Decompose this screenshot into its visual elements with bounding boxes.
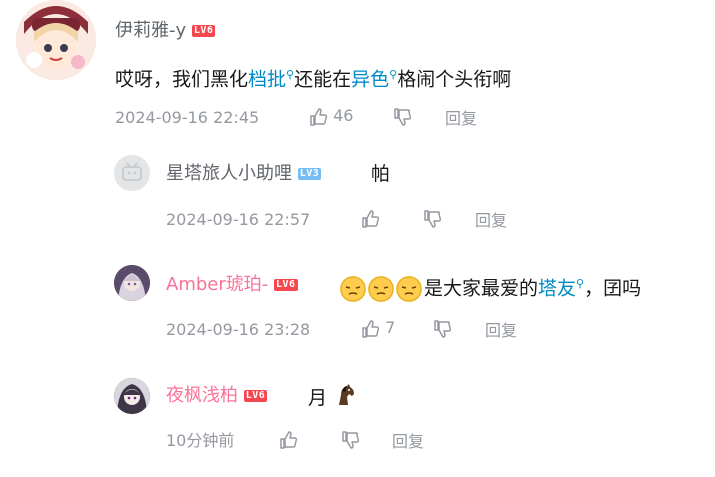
comment-time: 2024-09-16 23:28 <box>166 320 311 339</box>
comment-username[interactable]: 夜枫浅柏 LV6 <box>166 385 268 407</box>
thumbs-down-icon <box>424 209 442 228</box>
thumbs-up-icon <box>310 107 328 126</box>
dislike-button[interactable] <box>432 318 452 339</box>
avatar[interactable] <box>16 0 96 80</box>
search-link[interactable]: 异色 <box>351 68 389 90</box>
thumbs-down-icon <box>434 319 452 338</box>
comment-username[interactable]: 伊莉雅-y LV6 <box>115 20 216 42</box>
level-badge: LV6 <box>191 25 216 37</box>
horse-emoji-icon <box>333 383 357 414</box>
search-link[interactable]: 塔友 <box>538 277 576 299</box>
thumbs-up-icon <box>362 319 380 338</box>
annoyed-emoji-icon <box>340 275 366 302</box>
search-icon: ⚲ <box>576 277 585 290</box>
reply-button[interactable]: 回复 <box>392 432 424 452</box>
avatar[interactable] <box>114 265 150 301</box>
comment-username[interactable]: Amber琥珀- LV6 <box>166 274 298 296</box>
like-button[interactable] <box>278 429 298 450</box>
like-button[interactable] <box>360 208 380 229</box>
comment-time: 10分钟前 <box>166 431 235 450</box>
reply-button[interactable]: 回复 <box>475 211 507 231</box>
comment-content: 帕 <box>371 163 391 185</box>
dislike-button[interactable] <box>392 106 412 127</box>
level-badge: LV3 <box>297 168 322 180</box>
thumbs-up-icon <box>280 430 298 449</box>
like-count: 46 <box>333 106 354 125</box>
search-icon: ⚲ <box>286 68 295 81</box>
annoyed-emoji-icon <box>368 275 394 302</box>
avatar[interactable] <box>114 155 150 191</box>
like-button[interactable]: 46 <box>308 106 353 127</box>
reply-button[interactable]: 回复 <box>445 109 477 129</box>
thumbs-down-icon <box>394 107 412 126</box>
level-badge: LV6 <box>273 279 298 291</box>
annoyed-emoji-icon <box>396 275 422 302</box>
comment-time: 2024-09-16 22:45 <box>115 108 260 127</box>
avatar[interactable] <box>114 378 150 414</box>
dislike-button[interactable] <box>340 429 360 450</box>
comment-meta: 2024-09-16 22:45 <box>115 108 259 128</box>
comment-content: 哎呀，我们黑化档批⚲还能在异色⚲格闹个头衔啊 <box>115 68 512 91</box>
level-badge: LV6 <box>243 390 268 402</box>
dislike-button[interactable] <box>422 208 442 229</box>
reply-button[interactable]: 回复 <box>485 321 517 341</box>
comment-time: 2024-09-16 22:57 <box>166 210 311 229</box>
comment-content: 月 <box>308 383 357 414</box>
like-count: 7 <box>385 318 396 337</box>
search-link[interactable]: 档批 <box>248 68 286 90</box>
like-button[interactable]: 7 <box>360 318 395 339</box>
search-icon: ⚲ <box>389 68 398 81</box>
thumbs-up-icon <box>362 209 380 228</box>
comment-username[interactable]: 星塔旅人小助哩 LV3 <box>166 163 322 185</box>
comment-content: 是大家最爱的塔友⚲，囝吗 <box>340 271 641 302</box>
thumbs-down-icon <box>342 430 360 449</box>
